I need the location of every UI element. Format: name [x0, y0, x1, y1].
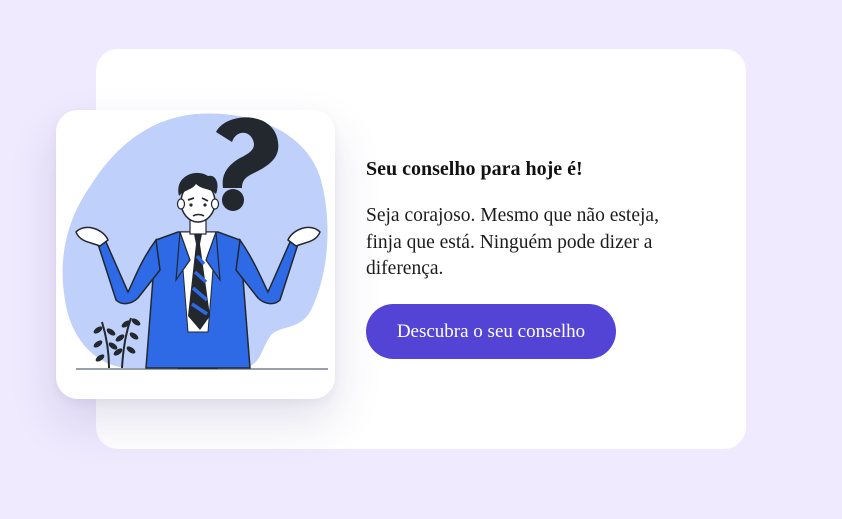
confused-man-question-mark-icon [62, 113, 328, 370]
advice-text: Seja corajoso. Mesmo que não esteja, fin… [366, 205, 659, 279]
discover-advice-button[interactable]: Descubra o seu conselho [366, 304, 616, 359]
illustration-box [56, 110, 335, 399]
advice-text-area: Seu conselho para hoje é! Seja corajoso.… [366, 153, 706, 283]
advice-title: Seu conselho para hoje é! [366, 158, 583, 180]
